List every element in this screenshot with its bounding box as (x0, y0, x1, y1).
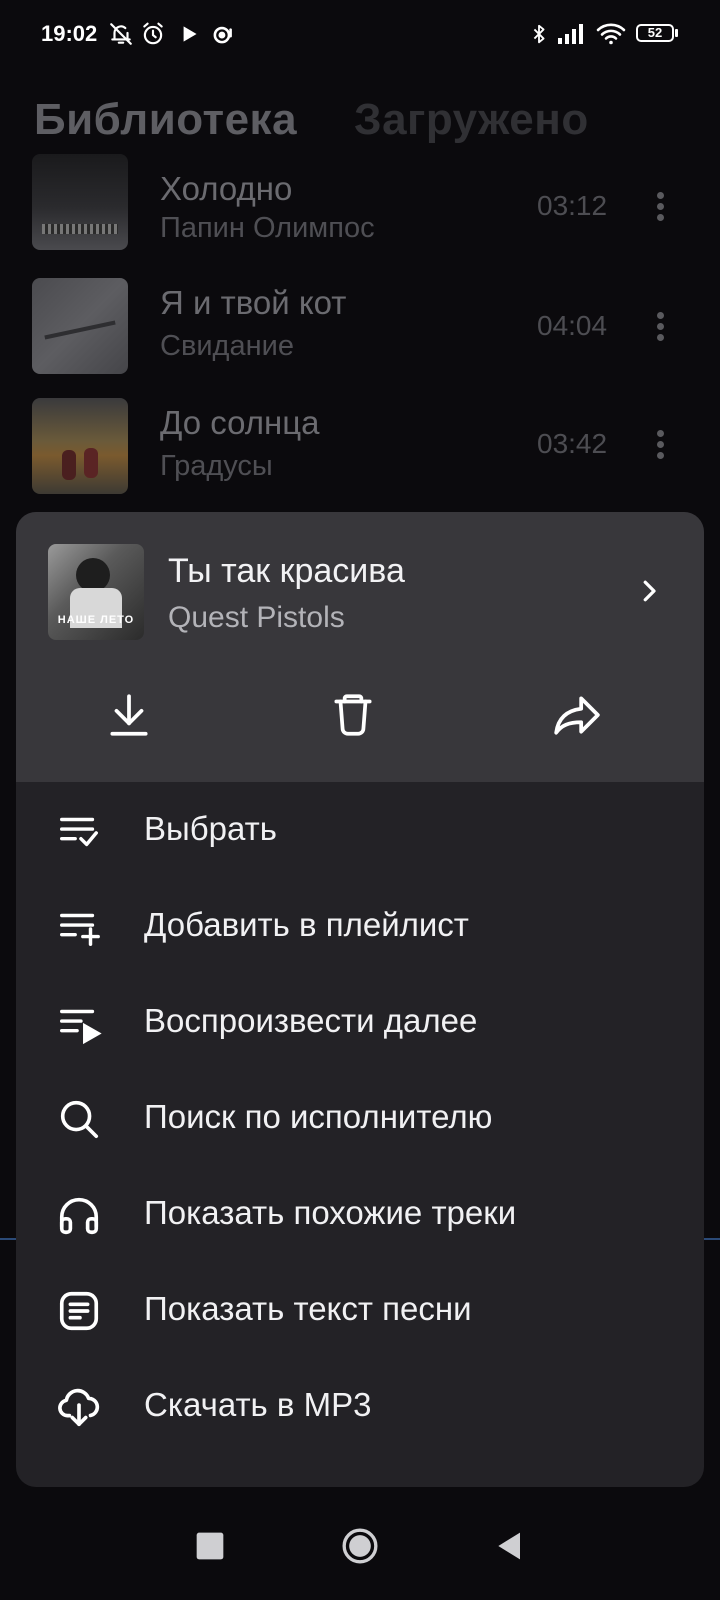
download-button[interactable] (104, 690, 154, 740)
menu-item-play-next[interactable]: Воспроизвести далее (16, 974, 704, 1070)
track-title: До солнца (160, 404, 320, 441)
menu-item-label: Скачать в MP3 (144, 1386, 372, 1423)
alarm-icon (140, 21, 166, 47)
lyrics-icon (56, 1288, 102, 1334)
signal-icon (556, 21, 586, 47)
menu-item-label: Показать похожие треки (144, 1194, 517, 1231)
sheet-track-cover: НАШЕ ЛЕТО (48, 544, 144, 640)
menu-item-label: Поиск по исполнителю (144, 1098, 493, 1135)
cover-text: НАШЕ ЛЕТО (57, 614, 135, 626)
download-icon (104, 690, 154, 740)
track-row[interactable]: Я и твой кот Свидание 04:04 (0, 270, 720, 388)
menu-item-label: Воспроизвести далее (144, 1002, 478, 1039)
back-icon[interactable] (490, 1526, 530, 1566)
headset-icon (210, 21, 236, 47)
track-cover (32, 154, 128, 250)
chevron-right-icon[interactable] (634, 576, 664, 606)
menu-item-label: Добавить в плейлист (144, 906, 469, 943)
track-row[interactable]: До солнца Градусы 03:42 (0, 390, 720, 508)
menu-item-search-artist[interactable]: Поиск по исполнителю (16, 1070, 704, 1166)
home-icon[interactable] (340, 1526, 380, 1566)
headphones-icon (56, 1192, 102, 1238)
play-next-icon (56, 1000, 102, 1046)
track-title: Я и твой кот (160, 284, 347, 321)
bell-muted-icon (108, 21, 134, 47)
navigation-bar (0, 1490, 720, 1600)
status-bar: 19:02 52 (0, 0, 720, 70)
menu-item-label: Показать текст песни (144, 1290, 472, 1327)
menu-item-select[interactable]: Выбрать (16, 782, 704, 878)
playlist-add-icon (56, 904, 102, 950)
tab-downloaded[interactable]: Загружено (354, 95, 589, 145)
track-artist: Папин Олимпос (160, 212, 375, 244)
track-title: Холодно (160, 170, 293, 207)
menu-item-similar-tracks[interactable]: Показать похожие треки (16, 1166, 704, 1262)
track-cover (32, 398, 128, 494)
track-artist: Градусы (160, 450, 273, 482)
recent-apps-icon[interactable] (190, 1526, 230, 1566)
track-duration: 03:12 (537, 190, 608, 221)
cloud-download-icon (56, 1384, 102, 1430)
sheet-track-title: Ты так красива (168, 552, 405, 590)
more-icon[interactable] (650, 188, 670, 228)
track-options-sheet: НАШЕ ЛЕТО Ты так красива Quest Pistols В… (16, 512, 704, 1487)
track-row[interactable]: Холодно Папин Олимпос 03:12 (0, 148, 720, 258)
menu-item-download-mp3[interactable]: Скачать в MP3 (16, 1358, 704, 1454)
search-icon (56, 1096, 102, 1142)
sheet-header[interactable]: НАШЕ ЛЕТО Ты так красива Quest Pistols (16, 512, 704, 782)
share-icon (552, 690, 602, 740)
share-button[interactable] (552, 690, 602, 740)
more-icon[interactable] (650, 308, 670, 348)
delete-button[interactable] (328, 690, 378, 740)
track-artist: Свидание (160, 330, 294, 362)
battery-level: 52 (636, 24, 674, 42)
bluetooth-icon (528, 21, 550, 47)
status-time: 19:02 (41, 21, 98, 46)
battery-icon: 52 (636, 24, 680, 44)
sheet-track-artist: Quest Pistols (168, 601, 345, 634)
track-duration: 03:42 (537, 428, 608, 459)
play-icon (176, 21, 202, 47)
trash-icon (328, 690, 378, 740)
wifi-icon (596, 21, 626, 47)
menu-item-add-to-playlist[interactable]: Добавить в плейлист (16, 878, 704, 974)
menu-item-lyrics[interactable]: Показать текст песни (16, 1262, 704, 1358)
select-list-icon (56, 808, 102, 854)
tab-library[interactable]: Библиотека (34, 95, 297, 145)
menu-item-label: Выбрать (144, 810, 277, 847)
more-icon[interactable] (650, 426, 670, 466)
track-duration: 04:04 (537, 310, 608, 341)
track-cover (32, 278, 128, 374)
